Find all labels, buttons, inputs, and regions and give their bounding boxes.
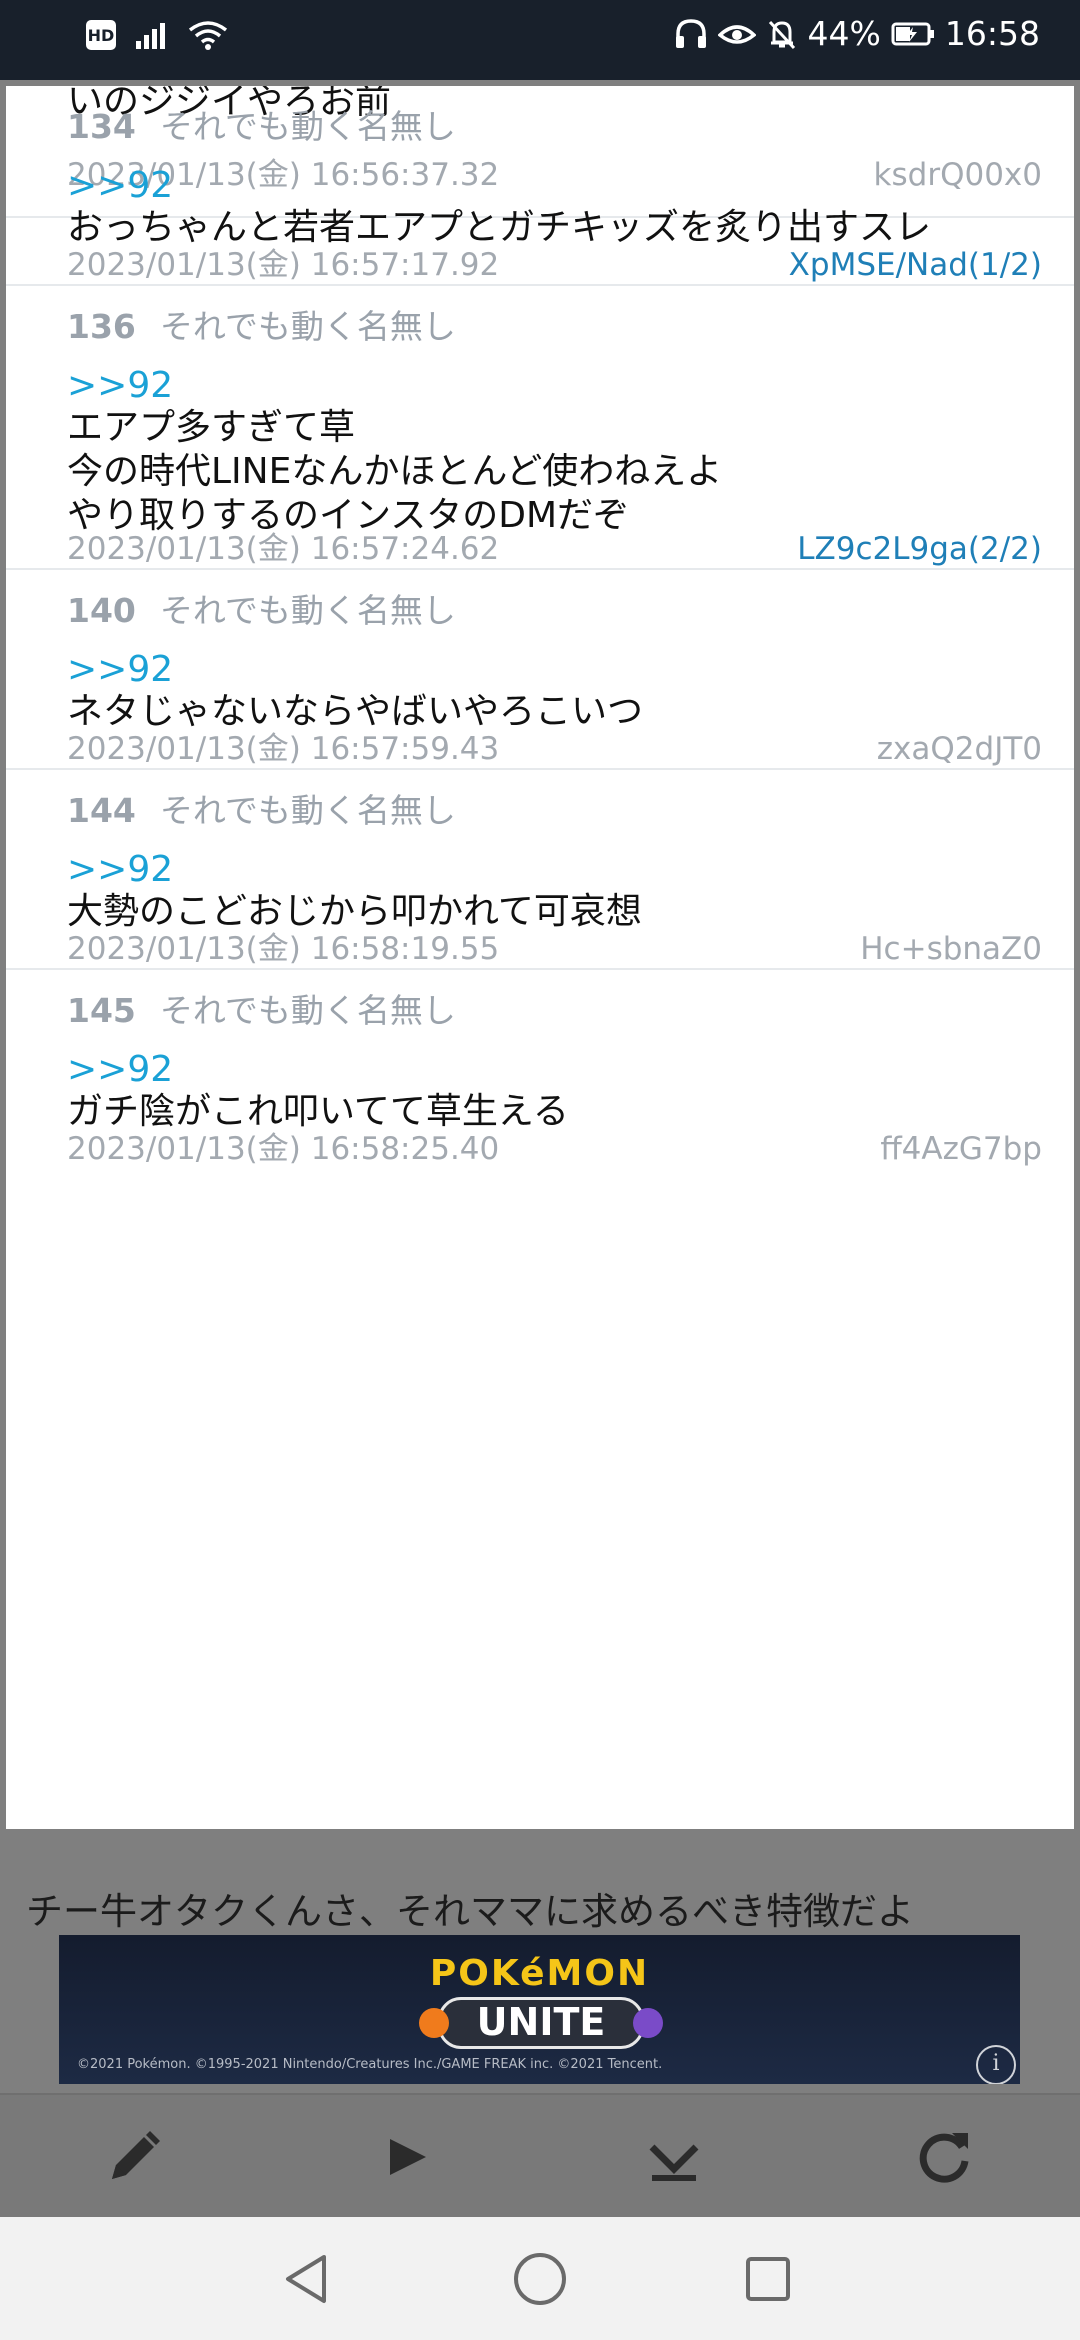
hd-badge: HD xyxy=(86,20,116,50)
post-item: 144 それでも動く名無し >>92 大勢のこどおじから叩かれて可哀想 2023/… xyxy=(6,770,1074,970)
status-left: HD xyxy=(86,20,228,50)
ad-logo-top: POKéMON xyxy=(429,1953,650,1994)
info-icon[interactable]: i xyxy=(976,2045,1016,2084)
post-header: 145 それでも動く名無し xyxy=(67,986,456,1036)
post-author-name: それでも動く名無し xyxy=(159,107,456,146)
recents-square-icon[interactable] xyxy=(736,2247,800,2311)
headphones-icon xyxy=(674,18,708,50)
system-nav-bar xyxy=(0,2217,1080,2340)
post-date: 2023/01/13(金) 16:57:24.62 xyxy=(67,531,500,567)
battery-percent: 44% xyxy=(807,14,881,53)
post-number[interactable]: 136 xyxy=(67,307,136,346)
post-number[interactable]: 140 xyxy=(67,591,136,630)
home-circle-icon[interactable] xyxy=(508,2247,572,2311)
post-header: 144 それでも動く名無し xyxy=(67,786,456,836)
post-date: 2023/01/13(金) 16:58:25.40 xyxy=(67,1131,500,1167)
status-right: 44% 16:58 xyxy=(674,14,1040,53)
back-triangle-icon[interactable] xyxy=(276,2247,340,2311)
post-number[interactable]: 134 xyxy=(67,107,136,146)
eye-icon xyxy=(717,19,756,49)
battery-charging-icon xyxy=(891,21,935,47)
post-date: 2023/01/13(金) 16:57:17.92 xyxy=(67,247,500,283)
signal-icon xyxy=(134,21,170,49)
pencil-icon[interactable] xyxy=(102,2125,166,2189)
ad-logo-main: UNITE xyxy=(419,1997,663,2049)
post-item: 145 それでも動く名無し >>92 ガチ陰がこれ叩いてて草生える 2023/01… xyxy=(6,970,1074,1168)
background-article-text: チー牛オタクくんさ、それママに求めるべき特徴だよ xyxy=(26,1890,914,1930)
post-author-name: それでも動く名無し xyxy=(159,991,456,1030)
post-id: ff4AzG7bp xyxy=(880,1131,1042,1167)
post-author-name: それでも動く名無し xyxy=(159,591,456,630)
wifi-icon xyxy=(188,20,228,50)
ad-banner[interactable]: POKéMON UNITE ©2021 Pokémon. ©1995-2021 … xyxy=(59,1935,1020,2084)
post-item: 134 それでも動く名無し >>92 おっちゃんと若者エアプとガチキッズを炙り出す… xyxy=(6,86,1074,286)
post-item: 136 それでも動く名無し >>92 エアプ多すぎて草 今の時代LINEなんかほと… xyxy=(6,286,1074,570)
download-icon[interactable] xyxy=(642,2125,706,2189)
post-author-name: それでも動く名無し xyxy=(159,791,456,830)
post-header: 134 それでも動く名無し xyxy=(67,102,456,152)
post-date: 2023/01/13(金) 16:58:19.55 xyxy=(67,931,500,967)
play-icon[interactable] xyxy=(376,2125,440,2189)
post-number[interactable]: 144 xyxy=(67,791,136,830)
post-id-link[interactable]: LZ9c2L9ga(2/2) xyxy=(797,524,1042,574)
bell-off-icon xyxy=(766,18,798,50)
refresh-icon[interactable] xyxy=(912,2125,976,2189)
status-bar: HD 44% 16:58 xyxy=(0,0,1080,80)
clock: 16:58 xyxy=(944,14,1040,53)
ad-copyright: ©2021 Pokémon. ©1995-2021 Nintendo/Creat… xyxy=(77,2057,663,2072)
post-number[interactable]: 145 xyxy=(67,991,136,1030)
post-header: 140 それでも動く名無し xyxy=(67,586,456,636)
post-item: 140 それでも動く名無し >>92 ネタじゃないならやばいやろこいつ 2023/… xyxy=(6,570,1074,770)
post-date: 2023/01/13(金) 16:57:59.43 xyxy=(67,731,500,767)
post-id: Hc+sbnaZ0 xyxy=(860,931,1042,967)
bottom-toolbar xyxy=(0,2093,1080,2219)
post-author-name: それでも動く名無し xyxy=(159,307,456,346)
post-id: zxaQ2dJT0 xyxy=(876,731,1042,767)
post-header: 136 それでも動く名無し xyxy=(67,302,456,352)
post-id-link[interactable]: XpMSE/Nad(1/2) xyxy=(789,240,1042,290)
thread-panel[interactable]: いのジジイやろお前 2023/01/13(金) 16:56:37.32 ksdr… xyxy=(6,86,1074,1829)
